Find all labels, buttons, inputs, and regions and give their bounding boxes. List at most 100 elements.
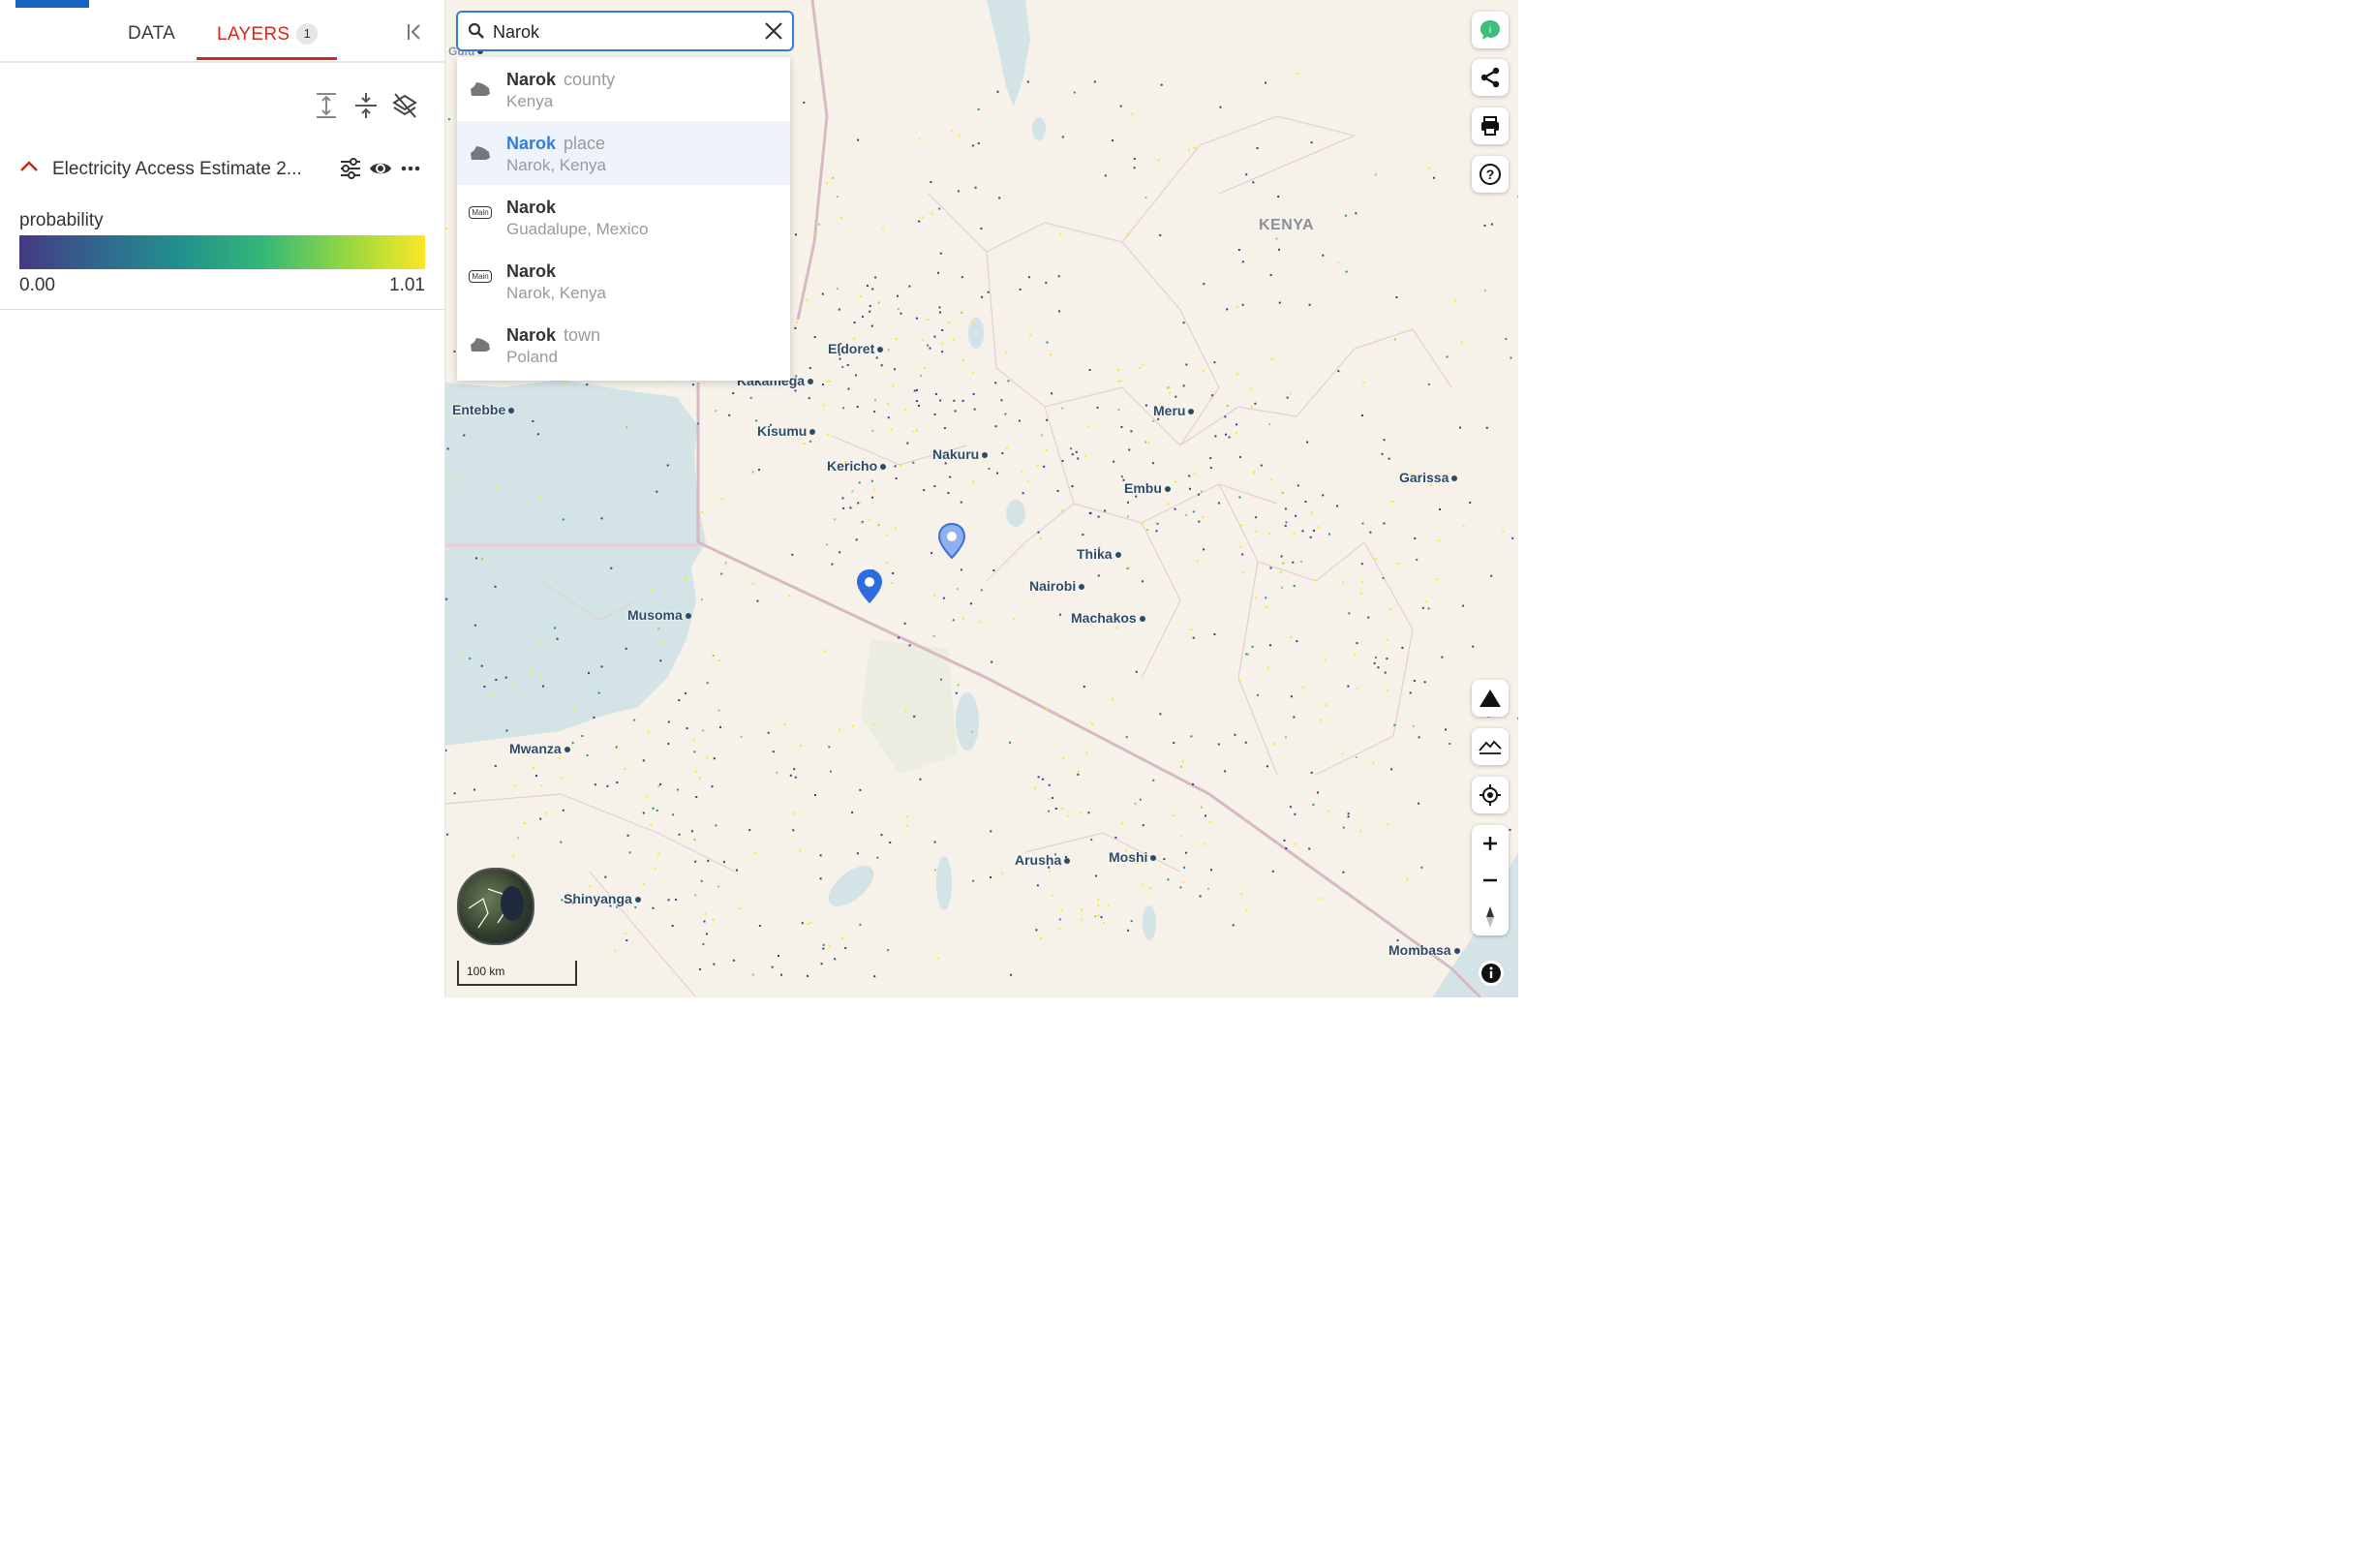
raster-cell — [1472, 645, 1475, 648]
clear-search-button[interactable] — [763, 20, 784, 42]
attribution-button[interactable] — [1479, 961, 1504, 986]
raster-cell — [1088, 369, 1091, 371]
raster-cell — [1029, 334, 1032, 337]
raster-cell — [642, 759, 645, 762]
pin-icon — [937, 522, 966, 560]
raster-cell — [659, 659, 662, 662]
raster-cell — [1203, 283, 1205, 286]
raster-cell — [1286, 396, 1289, 399]
raster-cell — [881, 228, 884, 230]
raster-cell — [606, 784, 609, 787]
raster-cell — [885, 534, 888, 536]
raster-cell — [1313, 579, 1316, 582]
expand-all-button[interactable] — [313, 91, 340, 120]
raster-cell — [451, 478, 454, 481]
raster-cell — [1337, 370, 1340, 373]
collapse-all-button[interactable] — [352, 91, 380, 120]
raster-cell — [1386, 690, 1388, 692]
raster-cell — [1505, 338, 1508, 341]
raster-cell — [869, 518, 870, 521]
raster-cell — [857, 138, 860, 141]
raster-cell — [751, 973, 754, 976]
raster-cell — [893, 368, 896, 371]
search-result-item[interactable]: Main Narok Guadalupe, Mexico — [457, 185, 790, 249]
raster-cell — [895, 477, 898, 480]
raster-cell — [694, 894, 697, 897]
raster-cell — [1304, 501, 1307, 503]
raster-cell — [961, 358, 964, 361]
help-button[interactable]: ? — [1472, 156, 1509, 193]
raster-cell — [794, 776, 797, 779]
city-label: Mombasa — [1388, 942, 1460, 958]
tab-layers[interactable]: LAYERS 1 — [217, 23, 319, 46]
raster-cell — [960, 568, 962, 571]
raster-cell — [1251, 645, 1254, 648]
raster-cell — [749, 396, 752, 399]
search-result-item[interactable]: Narok place Narok, Kenya — [457, 121, 790, 185]
raster-cell — [828, 945, 831, 948]
location-marker[interactable] — [937, 522, 966, 565]
layer-settings-button[interactable] — [338, 156, 363, 181]
raster-cell — [1152, 779, 1155, 782]
search-result-item[interactable]: Main Narok Narok, Kenya — [457, 249, 790, 313]
geolocate-button[interactable] — [1472, 777, 1509, 813]
raster-cell — [1056, 489, 1059, 492]
raster-cell — [1441, 656, 1444, 659]
raster-cell — [505, 729, 508, 732]
raster-cell — [1241, 553, 1244, 556]
raster-cell — [1240, 893, 1243, 896]
raster-cell — [1080, 812, 1083, 814]
raster-cell — [1490, 223, 1493, 226]
raster-cell — [1237, 249, 1240, 251]
raster-cell — [697, 422, 699, 425]
raster-cell — [1082, 534, 1084, 536]
scale-bar: 100 km — [457, 961, 577, 986]
raster-cell — [1081, 918, 1083, 921]
terrain-3d-button[interactable] — [1472, 680, 1509, 717]
raster-cell — [495, 487, 498, 490]
raster-cell — [1306, 441, 1309, 444]
search-input[interactable] — [491, 17, 756, 46]
layer-collapse-toggle[interactable] — [19, 158, 39, 173]
raster-cell — [972, 322, 975, 325]
raster-cell — [1301, 686, 1304, 689]
layer-more-menu-button[interactable] — [398, 156, 423, 181]
raster-cell — [1198, 520, 1201, 523]
raster-cell — [538, 496, 541, 499]
raster-cell — [887, 949, 890, 952]
raster-cell — [1284, 736, 1287, 739]
raster-cell — [806, 298, 809, 301]
print-button[interactable] — [1472, 107, 1509, 144]
raster-cell — [915, 317, 918, 320]
raster-cell — [657, 784, 660, 787]
raster-cell — [793, 768, 796, 771]
feedback-button[interactable]: i — [1472, 12, 1509, 48]
hide-all-layers-button[interactable] — [391, 91, 418, 120]
basemap-switcher-thumbnail[interactable] — [457, 868, 534, 945]
zoom-in-button[interactable] — [1472, 825, 1509, 862]
share-button[interactable] — [1472, 59, 1509, 96]
raster-cell — [657, 853, 660, 856]
raster-cell — [1445, 728, 1447, 731]
selected-location-marker[interactable] — [855, 568, 884, 610]
raster-cell — [1058, 613, 1061, 616]
raster-cell — [830, 770, 832, 773]
raster-cell — [940, 678, 942, 681]
raster-cell — [1317, 526, 1320, 529]
layer-visibility-toggle[interactable] — [368, 156, 393, 181]
raster-cell — [958, 135, 961, 138]
search-result-item[interactable]: Narok town Poland — [457, 313, 790, 377]
raster-cell — [918, 404, 920, 407]
search-result-item[interactable]: Narok county Kenya — [457, 57, 790, 121]
raster-cell — [1389, 608, 1392, 610]
zoom-out-button[interactable] — [1472, 862, 1509, 899]
mountain-icon — [1480, 690, 1501, 707]
raster-cell — [707, 859, 710, 862]
reset-north-button[interactable] — [1472, 899, 1509, 935]
collapse-sidebar-button[interactable] — [405, 21, 426, 43]
tab-data[interactable]: DATA — [128, 23, 175, 45]
elevation-profile-button[interactable] — [1472, 728, 1509, 765]
raster-cell — [1051, 797, 1053, 799]
raster-cell — [794, 326, 797, 329]
raster-cell — [1192, 510, 1195, 513]
